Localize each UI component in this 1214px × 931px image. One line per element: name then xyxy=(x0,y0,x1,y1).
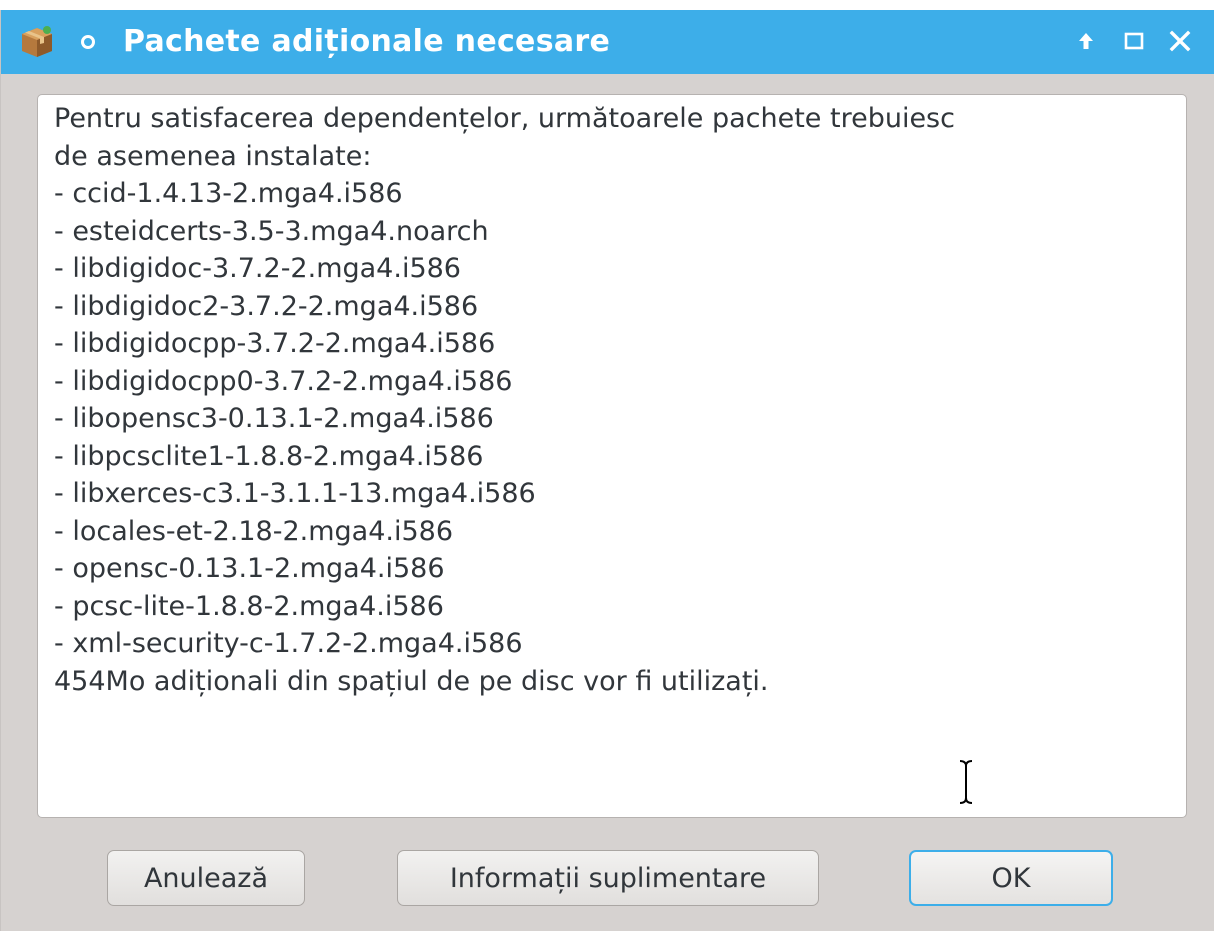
package-line: - libdigidoc-3.7.2-2.mga4.i586 xyxy=(54,253,461,284)
keep-above-icon[interactable] xyxy=(1069,24,1103,58)
package-line: - opensc-0.13.1-2.mga4.i586 xyxy=(54,553,445,584)
package-line: - libdigidocpp-3.7.2-2.mga4.i586 xyxy=(54,328,496,359)
package-icon[interactable] xyxy=(19,24,55,60)
message-line: Pentru satisfacerea dependențelor, următ… xyxy=(54,103,955,134)
package-line: - libdigidoc2-3.7.2-2.mga4.i586 xyxy=(54,290,479,322)
disk-space-line: 454Mo adiționali din spațiul de pe disc … xyxy=(54,665,769,697)
package-line: - pcsc-lite-1.8.8-2.mga4.i586 xyxy=(54,590,444,622)
package-line: - libpcsclite1-1.8.8-2.mga4.i586 xyxy=(54,440,484,472)
cancel-button[interactable]: Anulează xyxy=(107,850,305,906)
package-line: - libdigidocpp0-3.7.2-2.mga4.i586 xyxy=(54,365,513,397)
message-line: de asemenea instalate: xyxy=(54,140,372,172)
package-line: - ccid-1.4.13-2.mga4.i586 xyxy=(54,178,403,209)
maximize-icon[interactable] xyxy=(1117,24,1151,58)
package-line: - xml-security-c-1.7.2-2.mga4.i586 xyxy=(54,628,523,659)
text-cursor-icon xyxy=(959,760,973,804)
more-info-button[interactable]: Informații suplimentare xyxy=(397,850,819,906)
package-line: - esteidcerts-3.5-3.mga4.noarch xyxy=(54,215,489,247)
window-title: Pachete adiționale necesare xyxy=(123,24,611,59)
package-line: - libopensc3-0.13.1-2.mga4.i586 xyxy=(54,403,494,434)
window-menu-icon[interactable] xyxy=(81,35,95,49)
message-text-area[interactable]: Pentru satisfacerea dependențelor, următ… xyxy=(37,94,1187,818)
title-bar[interactable]: Pachete adiționale necesare xyxy=(1,10,1214,74)
close-icon[interactable] xyxy=(1163,24,1197,58)
dialog-window: Pachete adiționale necesare Pentru satis… xyxy=(0,10,1214,931)
ok-button[interactable]: OK xyxy=(909,850,1113,906)
package-line: - locales-et-2.18-2.mga4.i586 xyxy=(54,515,454,547)
package-line: - libxerces-c3.1-3.1.1-13.mga4.i586 xyxy=(54,478,536,509)
